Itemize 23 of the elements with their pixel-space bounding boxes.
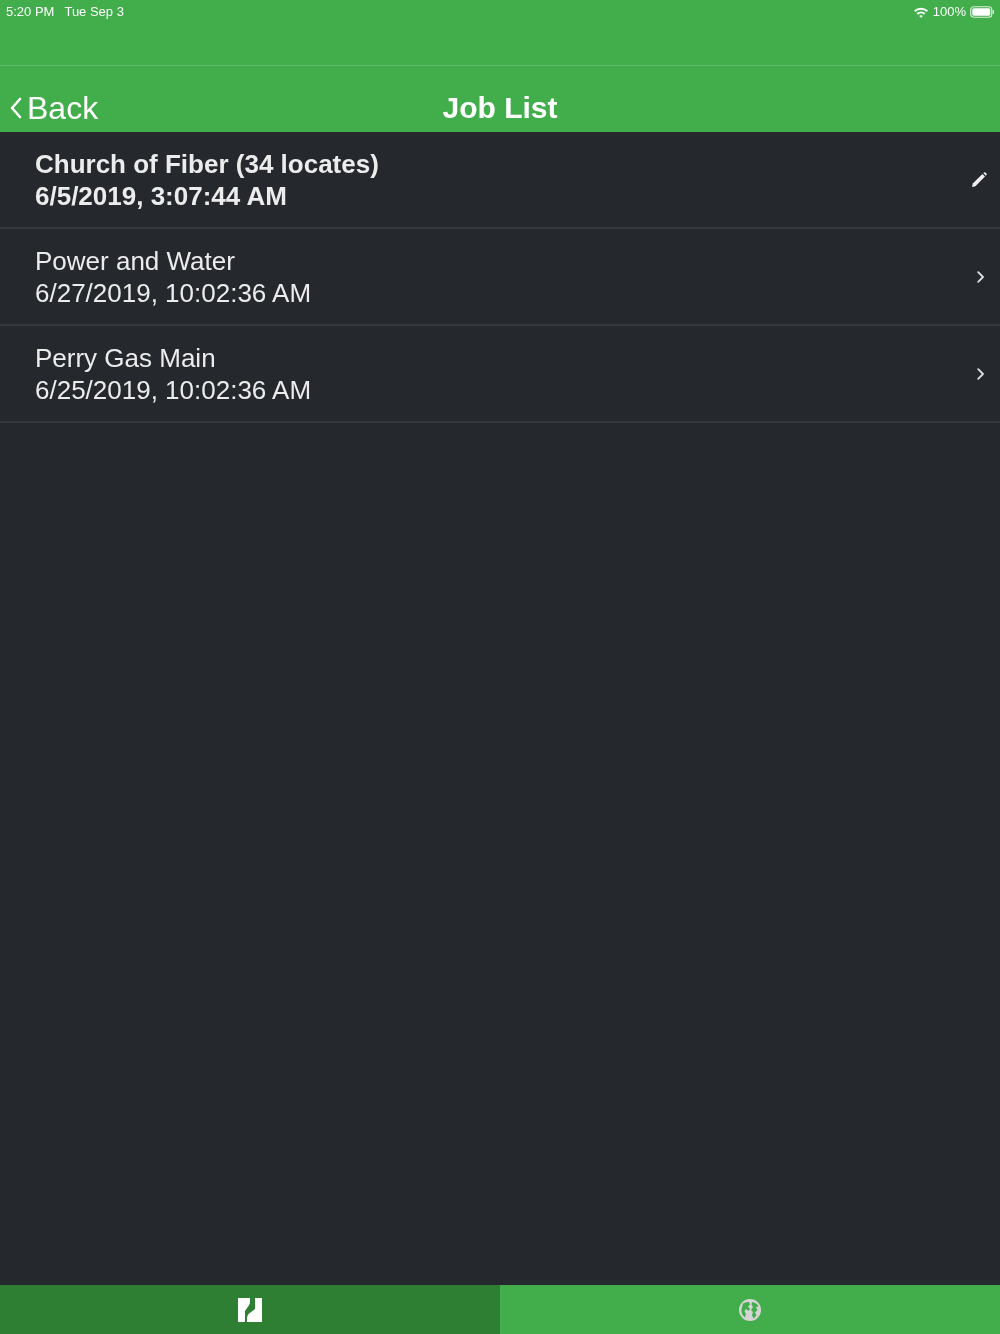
pencil-icon[interactable] [971, 171, 987, 188]
logo-icon [238, 1297, 262, 1322]
chevron-right-icon [977, 367, 985, 380]
tab-bar-item[interactable] [0, 1285, 500, 1334]
chevron-left-icon [9, 97, 23, 119]
battery-percentage: 100% [932, 3, 966, 21]
job-date: 6/27/2019, 10:02:36 AM [35, 276, 312, 309]
tab-bar-item[interactable] [500, 1285, 1000, 1334]
wifi-icon [912, 5, 929, 18]
chevron-right-icon [977, 270, 985, 283]
job-list-item[interactable]: Perry Gas Main 6/25/2019, 10:02:36 AM [0, 326, 1000, 423]
job-name: Power and Water [35, 244, 236, 277]
job-list-item[interactable]: Church of Fiber (34 locates) 6/5/2019, 3:07:44 AM [0, 132, 1000, 229]
job-list-item[interactable]: Power and Water 6/27/2019, 10:02:36 AM [0, 229, 1000, 326]
status-date: Tue Sep 3 [64, 3, 124, 21]
job-date: 6/25/2019, 10:02:36 AM [35, 373, 312, 406]
globe-icon [739, 1298, 761, 1321]
status-time: 5:20 PM [6, 3, 55, 21]
page-title: Job List [442, 90, 558, 126]
battery-icon [970, 5, 994, 18]
job-date: 6/5/2019, 3:07:44 AM [35, 179, 288, 212]
job-name: Church of Fiber (34 locates) [35, 147, 379, 180]
job-name: Perry Gas Main [35, 341, 217, 374]
